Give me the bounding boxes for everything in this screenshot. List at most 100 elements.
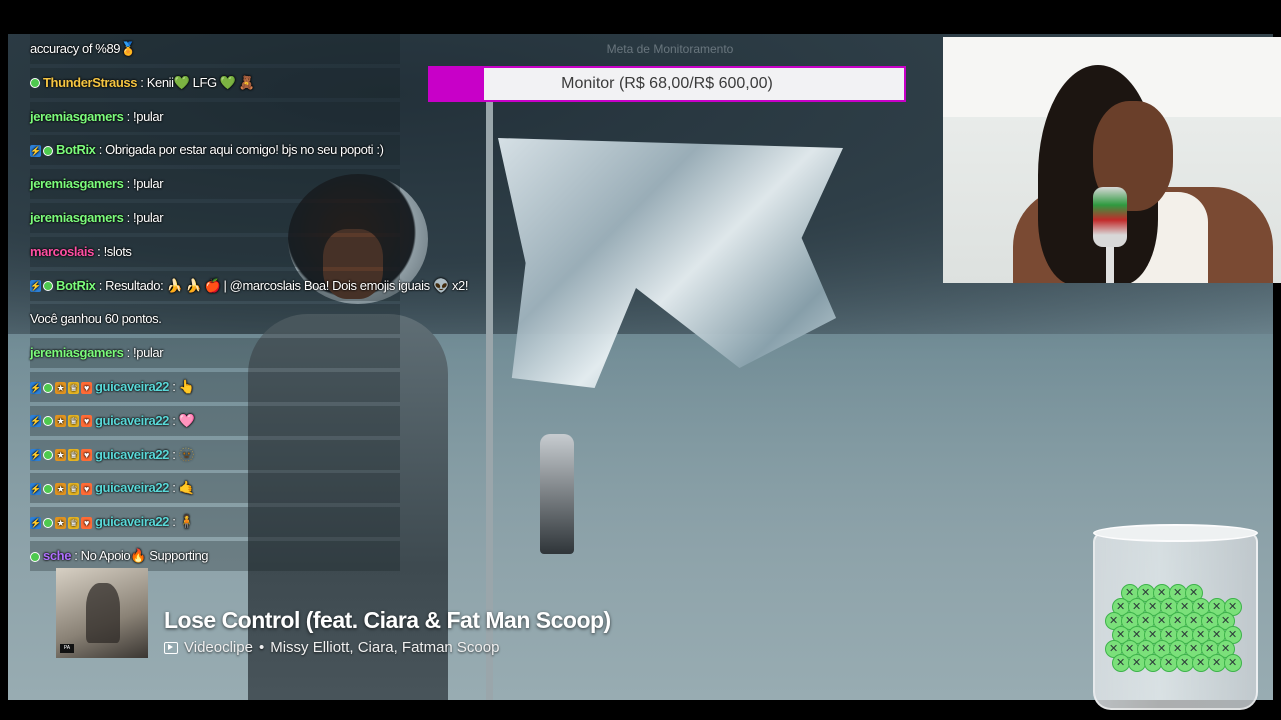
jar-tokens	[1105, 584, 1245, 694]
mic-arm	[1106, 242, 1114, 283]
chat-message: accuracy of %89🏅	[30, 34, 400, 64]
chat-text: :	[168, 514, 179, 530]
chat-text: : !pular	[123, 210, 164, 225]
chat-username[interactable]: ThunderStrauss	[43, 75, 137, 90]
chat-text: : !pular	[123, 176, 164, 192]
chat-badges: ⚡ ★ ♛ ♥	[30, 449, 92, 462]
now-playing-title: Lose Control (feat. Ciara & Fat Man Scoo…	[164, 607, 611, 633]
chat-text: :	[168, 446, 179, 462]
dot-badge-icon	[43, 483, 53, 494]
chat-emoji: 💚 LFG 💚 🧸	[173, 74, 255, 90]
dot-badge-icon	[43, 382, 53, 393]
parental-advisory-badge: PA	[60, 644, 74, 653]
chat-text: Você ganhou 60 pontos.	[30, 311, 162, 327]
dot-badge-icon	[30, 551, 40, 562]
chat-badges: ⚡ ★ ♛ ♥	[30, 516, 92, 529]
chat-text: : No Apoio	[71, 548, 131, 563]
tip-jar-icon	[1093, 524, 1258, 714]
chat-text: accuracy of %89	[30, 41, 121, 56]
chat-message: marcoslais : !slots	[30, 236, 400, 267]
crown-badge-icon: ♛	[68, 449, 79, 462]
heart-badge-icon: ♥	[81, 415, 92, 428]
jar-rim	[1093, 524, 1258, 542]
chat-username[interactable]: guicaveira22	[95, 480, 169, 495]
gift-badge-icon: ★	[55, 449, 66, 462]
chat-message: ⚡ ★ ♛ ♥ guicaveira22 : 🧍	[30, 507, 400, 538]
chat-username[interactable]: marcoslais	[30, 244, 94, 259]
chat-message: ⚡ ★ ♛ ♥ guicaveira22 : 🩷	[30, 405, 400, 436]
dot-badge-icon	[43, 450, 53, 461]
chat-message: ⚡ ★ ♛ ♥ guicaveira22 : 🫥	[30, 439, 400, 470]
gift-badge-icon: ★	[55, 516, 66, 529]
chat-username[interactable]: BotRix	[56, 142, 96, 157]
chat-username[interactable]: BotRix	[56, 278, 96, 293]
chat-username[interactable]: jeremiasgamers	[30, 345, 124, 360]
chat-username[interactable]: sche	[43, 548, 71, 563]
heart-badge-icon: ♥	[81, 381, 92, 394]
chat-badges: ⚡	[30, 280, 53, 293]
dot-badge-icon	[43, 416, 53, 427]
chat-username[interactable]: jeremiasgamers	[30, 109, 124, 124]
microphone-icon	[1093, 187, 1127, 247]
gift-badge-icon: ★	[55, 482, 66, 495]
now-playing-separator: •	[258, 639, 265, 656]
now-playing-artists: Missy Elliott, Ciara, Fatman Scoop	[270, 639, 500, 656]
chat-text: : Resultado: 🍌 🍌 🍎 | @marcoslais Boa! Do…	[95, 277, 469, 293]
now-playing-subtitle: Videoclipe • Missy Elliott, Ciara, Fatma…	[164, 639, 499, 656]
dot-badge-icon	[43, 145, 53, 156]
chat-badges: ⚡ ★ ♛ ♥	[30, 415, 92, 428]
chat-emoji: 🏅	[120, 41, 136, 56]
chat-emoji: 🤙	[178, 480, 195, 496]
chat-message: ThunderStrauss : Kenii💚 LFG 💚 🧸	[30, 67, 400, 98]
chat-badges: ⚡ ★ ♛ ♥	[30, 381, 92, 394]
chat-emoji: 🩷	[178, 412, 195, 428]
chat-message: Você ganhou 60 pontos.	[30, 304, 400, 335]
chat-text: : !pular	[123, 108, 164, 124]
monitor-goal-label: Monitor (R$ 68,00/R$ 600,00)	[561, 75, 773, 92]
chat-text: :	[168, 412, 179, 428]
dot-badge-icon	[43, 517, 53, 528]
chat-message: jeremiasgamers : !pular	[30, 338, 400, 369]
chat-message: ⚡ ★ ♛ ♥ guicaveira22 : 👆	[30, 372, 400, 402]
bot-badge-icon: ⚡	[30, 449, 41, 462]
gift-badge-icon: ★	[55, 415, 66, 428]
chat-emoji: 🧍	[178, 514, 195, 530]
chat-badges: ⚡ ★ ♛ ♥	[30, 482, 92, 495]
chat-badges	[30, 551, 40, 562]
chat-message: ⚡ BotRix : Resultado: 🍌 🍌 🍎 | @marcoslais…	[30, 270, 468, 301]
dot-badge-icon	[30, 78, 40, 89]
cross-token-icon	[1224, 654, 1242, 672]
chat-message: jeremiasgamers : !pular	[30, 101, 400, 132]
heart-badge-icon: ♥	[81, 516, 92, 529]
chat-username[interactable]: guicaveira22	[95, 514, 169, 529]
crown-badge-icon: ♛	[68, 516, 79, 529]
chat-message: ⚡ BotRix : Obrigada por estar aqui comigo…	[30, 135, 400, 166]
chat-username[interactable]: guicaveira22	[95, 379, 169, 394]
chat-text: : !slots	[93, 243, 132, 259]
album-cover-figure	[86, 583, 120, 643]
bot-badge-icon: ⚡	[30, 516, 41, 529]
bot-badge-icon: ⚡	[30, 482, 41, 495]
webcam-overlay	[943, 37, 1281, 283]
bot-badge-icon: ⚡	[30, 415, 41, 428]
video-play-icon	[164, 641, 178, 654]
heart-badge-icon: ♥	[81, 449, 92, 462]
gift-badge-icon: ★	[55, 381, 66, 394]
chat-message: ⚡ ★ ♛ ♥ guicaveira22 : 🤙	[30, 473, 400, 504]
chat-emoji: 🫥	[178, 446, 195, 462]
chat-username[interactable]: guicaveira22	[95, 413, 169, 428]
chat-text: : Obrigada por estar aqui comigo! bjs no…	[95, 142, 384, 158]
chat-text: : Kenii	[137, 74, 174, 90]
chat-username[interactable]: jeremiasgamers	[30, 176, 124, 191]
bot-badge-icon: ⚡	[30, 381, 41, 394]
chat-text: : !pular	[123, 345, 164, 361]
chat-emoji: 🔥 Supporting	[130, 548, 209, 563]
chat-badges: ⚡	[30, 144, 53, 157]
chat-message: sche : No Apoio🔥 Supporting	[30, 541, 400, 571]
bot-badge-icon: ⚡	[30, 144, 41, 157]
bot-badge-icon: ⚡	[30, 280, 41, 293]
chat-text: :	[168, 379, 179, 394]
chat-username[interactable]: jeremiasgamers	[30, 210, 124, 225]
chat-username[interactable]: guicaveira22	[95, 447, 169, 462]
crown-badge-icon: ♛	[68, 482, 79, 495]
